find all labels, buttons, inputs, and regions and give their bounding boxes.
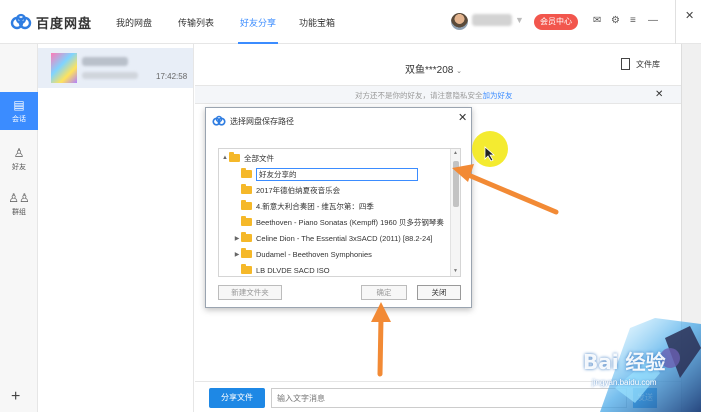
rail-item-chat[interactable]: ▤ 会话 [0,92,38,130]
add-icon[interactable]: + [11,388,20,406]
folder-icon [241,200,252,210]
annotation-arrow-icon [452,164,559,215]
watermark-sub: jingyan.baidu.com [592,378,657,387]
tree-row-label: LB DLVDE SACD ISO [256,265,330,275]
conversation-preview-blurred [82,72,138,79]
folder-icon [241,248,252,258]
file-library-button[interactable]: 文件库 [621,58,660,70]
avatar[interactable] [451,13,468,30]
tree-row-label: Celine Dion - The Essential 3xSACD (2011… [256,233,433,243]
tree-row[interactable]: ▶ Dudamel - Beethoven Symphonies [233,246,460,262]
nav-my-disk[interactable]: 我的网盘 [116,16,152,29]
tree-row-label: Dudamel - Beethoven Symphonies [256,249,372,259]
chevron-down-icon: ⌄ [456,68,463,75]
dialog-title: 选择网盘保存路径 [230,117,294,126]
collapse-icon[interactable]: ▲ [221,155,229,161]
add-friend-link[interactable]: 加为好友 [483,91,513,100]
folder-icon [241,184,252,194]
rail-item-groups[interactable]: ♙♙ 群组 [0,188,38,224]
share-file-button[interactable]: 分享文件 [209,388,265,408]
file-library-label: 文件库 [636,59,660,69]
notice-bar: 对方还不是你的好友，请注意隐私安全加为好友 ✕ [195,86,681,104]
scroll-down-icon[interactable]: ▼ [453,268,458,274]
rail-label-chat: 会话 [12,116,26,123]
chat-icon: ▤ [13,98,25,112]
tree-row-label: 4.新意大利合奏团 - 维瓦尔第：四季 [256,201,374,211]
tree-row[interactable]: 4.新意大利合奏团 - 维瓦尔第：四季 [233,198,460,214]
tree-row[interactable]: ▶ Celine Dion - The Essential 3xSACD (20… [233,230,460,246]
new-folder-button[interactable]: 新建文件夹 [218,285,282,300]
file-library-icon [621,58,630,70]
close-button[interactable]: 关闭 [417,285,461,300]
cloud-logo-icon [10,13,32,30]
annotation-arrow-icon [371,302,391,377]
conversation-name-blurred [82,57,128,66]
cloud-logo-icon [212,115,226,126]
folder-name-edit-field[interactable]: 好友分享的 [256,167,418,181]
username-blurred[interactable] [472,14,512,26]
tree-row[interactable]: 2017年德伯纳夏夜音乐会 [233,182,460,198]
vip-badge-icon: ▼ [515,15,524,25]
tree-row-label: 2017年德伯纳夏夜音乐会 [256,185,341,195]
side-rail: ▤ 会话 ♙ 好友 ♙♙ 群组 [0,44,38,412]
window-close-icon[interactable]: ✕ [685,9,694,22]
chat-title[interactable]: 双鱼***208 ⌄ [405,61,462,76]
conversation-thumbnail [51,53,77,83]
expand-icon[interactable]: ▶ [233,251,241,258]
nav-toolbox[interactable]: 功能宝箱 [299,16,335,29]
folder-icon [229,152,240,162]
dialog-close-icon[interactable]: ✕ [458,111,467,124]
folder-icon [241,232,252,242]
folder-icon [241,216,252,226]
notice-close-icon[interactable]: ✕ [655,89,663,100]
rail-label-groups: 群组 [12,209,26,216]
save-path-dialog: 选择网盘保存路径 ✕ ▲ 全部文件 好友分享的 2017年德伯纳夏夜音乐会 4.… [205,107,472,308]
nav-transfer-list[interactable]: 传输列表 [178,16,214,29]
person-icon: ♙ [13,146,25,160]
folder-icon [241,264,252,274]
list-item[interactable]: 17:42:58 [38,48,193,88]
minimize-icon[interactable]: — [648,16,658,26]
rail-item-friends[interactable]: ♙ 好友 [0,143,38,179]
top-bar: 百度网盘 我的网盘 传输列表 好友分享 功能宝箱 ▼ 会员中心 ✉ ⚙ ≡ — … [0,0,701,44]
menu-icon[interactable]: ≡ [630,16,636,26]
member-center-button[interactable]: 会员中心 [534,14,578,30]
nav-friend-share[interactable]: 好友分享 [240,16,276,29]
app-logo-text: 百度网盘 [36,15,93,31]
chat-header: 双鱼***208 ⌄ 文件库 [195,44,681,86]
conversation-time: 17:42:58 [156,72,188,81]
app-logo[interactable]: 百度网盘 [10,12,92,32]
scroll-up-icon[interactable]: ▲ [453,150,458,156]
window-divider [675,0,676,44]
tree-row[interactable]: Beethoven - Piano Sonatas (Kempff) 1960 … [233,214,460,230]
gear-icon[interactable]: ⚙ [611,16,620,26]
tree-row[interactable]: LB DLVDE SACD ISO [233,262,460,276]
tree-row-label: Beethoven - Piano Sonatas (Kempff) 1960 … [256,217,444,227]
mail-icon[interactable]: ✉ [593,16,601,26]
expand-icon[interactable]: ▶ [233,235,241,242]
folder-tree: ▲ 全部文件 好友分享的 2017年德伯纳夏夜音乐会 4.新意大利合奏团 - 维… [218,148,461,277]
group-icon: ♙♙ [8,191,30,205]
tree-row-label: 全部文件 [244,153,274,163]
conversation-list: 17:42:58 [38,44,194,412]
rail-label-friends: 好友 [12,164,26,171]
tree-row-root[interactable]: ▲ 全部文件 [221,150,452,166]
folder-icon [241,168,252,178]
notice-text: 对方还不是你的好友，请注意隐私安全加为好友 [355,91,513,100]
watermark-text: Bai 经验 [583,350,666,374]
tree-row-editing[interactable]: 好友分享的 [233,166,460,182]
confirm-button[interactable]: 确定 [361,285,407,300]
